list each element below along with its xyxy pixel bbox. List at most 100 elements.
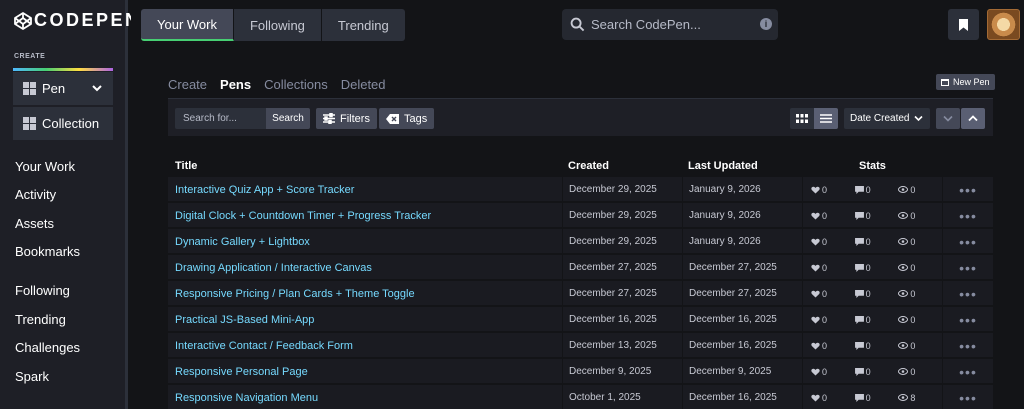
views-stat: 0 — [898, 263, 942, 273]
more-actions-button[interactable]: ••• — [942, 229, 993, 254]
subtab-collections[interactable]: Collections — [264, 77, 328, 92]
sidebar-item-spark[interactable]: Spark — [15, 369, 49, 384]
sidebar-item-following[interactable]: Following — [15, 283, 70, 298]
sort-descending-button[interactable] — [936, 108, 960, 129]
pen-created-date: December 29, 2025 — [562, 177, 682, 202]
pen-stats: 0 0 0 — [802, 281, 942, 306]
tab-following[interactable]: Following — [233, 9, 322, 41]
tags-button[interactable]: Tags — [379, 108, 435, 129]
global-search-input[interactable]: Search CodePen... i — [562, 9, 778, 40]
tab-trending[interactable]: Trending — [321, 9, 405, 41]
more-actions-button[interactable]: ••• — [942, 307, 993, 332]
pen-title-link[interactable]: Dynamic Gallery + Lightbox — [168, 229, 562, 254]
column-last-updated[interactable]: Last Updated — [688, 160, 758, 172]
table-row: Dynamic Gallery + Lightbox December 29, 2… — [168, 229, 993, 254]
new-collection-button[interactable]: Collection — [13, 107, 113, 140]
more-actions-button[interactable]: ••• — [942, 255, 993, 280]
chevron-down-icon[interactable] — [91, 82, 103, 94]
eye-icon — [898, 342, 909, 349]
pen-title-link[interactable]: Responsive Navigation Menu — [168, 385, 562, 409]
column-title[interactable]: Title — [175, 160, 197, 172]
sidebar: CODEPEN CREATE Pen Collection Your Work … — [0, 0, 138, 409]
sort-ascending-button[interactable] — [961, 108, 985, 129]
subtab-deleted[interactable]: Deleted — [341, 77, 386, 92]
codepen-logo[interactable]: CODEPEN — [13, 10, 141, 31]
pen-title-link[interactable]: Interactive Contact / Feedback Form — [168, 333, 562, 358]
tab-your-work[interactable]: Your Work — [141, 9, 234, 41]
eye-icon — [898, 212, 909, 219]
likes-count: 0 — [822, 236, 828, 247]
more-actions-button[interactable]: ••• — [942, 385, 993, 409]
filters-button[interactable]: Filters — [316, 108, 377, 129]
pen-created-date: December 13, 2025 — [562, 333, 682, 358]
comment-icon — [854, 185, 864, 194]
more-actions-button[interactable]: ••• — [942, 281, 993, 306]
comment-icon — [854, 315, 864, 324]
pen-grid-icon — [23, 82, 36, 95]
pens-search-input[interactable]: Search for... — [175, 108, 266, 129]
pen-title-link[interactable]: Drawing Application / Interactive Canvas — [168, 255, 562, 280]
heart-icon — [811, 264, 820, 272]
pen-title-link[interactable]: Practical JS-Based Mini-App — [168, 307, 562, 332]
eye-icon — [898, 290, 909, 297]
pen-title-link[interactable]: Responsive Pricing / Plan Cards + Theme … — [168, 281, 562, 306]
info-icon[interactable]: i — [760, 18, 772, 30]
likes-stat: 0 — [811, 185, 855, 195]
sidebar-item-bookmarks[interactable]: Bookmarks — [15, 244, 80, 259]
views-count: 0 — [910, 314, 916, 325]
views-count: 8 — [910, 392, 916, 403]
pens-search-button[interactable]: Search — [266, 108, 310, 129]
user-avatar[interactable] — [987, 9, 1020, 40]
views-count: 0 — [910, 210, 916, 221]
list-view-button[interactable] — [814, 108, 838, 129]
sliders-icon — [323, 113, 335, 124]
pen-created-date: December 27, 2025 — [562, 255, 682, 280]
sidebar-item-your-work[interactable]: Your Work — [15, 159, 75, 174]
table-row: Interactive Quiz App + Score Tracker Dece… — [168, 177, 993, 202]
pen-title-link[interactable]: Responsive Personal Page — [168, 359, 562, 384]
pen-stats: 0 0 0 — [802, 307, 942, 332]
sidebar-item-trending[interactable]: Trending — [15, 312, 66, 327]
more-actions-button[interactable]: ••• — [942, 203, 993, 228]
table-row: Drawing Application / Interactive Canvas… — [168, 255, 993, 280]
window-icon — [941, 78, 949, 86]
sidebar-item-assets[interactable]: Assets — [15, 216, 54, 231]
search-icon — [570, 17, 585, 32]
comments-stat: 0 — [854, 341, 899, 351]
pen-title-link[interactable]: Digital Clock + Countdown Timer + Progre… — [168, 203, 562, 228]
eye-icon — [898, 394, 909, 401]
new-pen-button[interactable]: New Pen — [936, 74, 995, 90]
bookmarks-button[interactable] — [948, 9, 979, 40]
more-actions-button[interactable]: ••• — [942, 177, 993, 202]
subtab-create[interactable]: Create — [168, 77, 207, 92]
pen-updated-date: December 27, 2025 — [682, 281, 802, 306]
grid-view-button[interactable] — [790, 108, 814, 129]
sidebar-item-challenges[interactable]: Challenges — [15, 340, 80, 355]
more-actions-button[interactable]: ••• — [942, 359, 993, 384]
sidebar-item-activity[interactable]: Activity — [15, 187, 56, 202]
comment-icon — [854, 289, 864, 298]
comment-icon — [854, 237, 864, 246]
comments-count: 0 — [865, 236, 871, 247]
views-stat: 0 — [898, 315, 942, 325]
table-row: Responsive Personal Page December 9, 2025… — [168, 359, 993, 384]
column-created[interactable]: Created — [568, 160, 609, 172]
pen-title-link[interactable]: Interactive Quiz App + Score Tracker — [168, 177, 562, 202]
more-actions-button[interactable]: ••• — [942, 333, 993, 358]
sort-select[interactable]: Date Created — [844, 108, 930, 129]
eye-icon — [898, 316, 909, 323]
likes-stat: 0 — [811, 289, 855, 299]
chevron-down-icon — [914, 115, 923, 122]
comments-stat: 0 — [854, 393, 899, 403]
pen-stats: 0 0 8 — [802, 385, 942, 409]
bookmark-icon — [959, 18, 968, 31]
likes-count: 0 — [822, 288, 828, 299]
subtab-pens[interactable]: Pens — [220, 77, 251, 92]
create-gradient-bar — [13, 68, 113, 71]
new-pen-dropdown-button[interactable]: Pen — [13, 72, 113, 105]
heart-icon — [811, 368, 820, 376]
pen-stats: 0 0 0 — [802, 229, 942, 254]
global-search-placeholder: Search CodePen... — [591, 17, 701, 32]
heart-icon — [811, 394, 820, 402]
comments-stat: 0 — [854, 185, 899, 195]
